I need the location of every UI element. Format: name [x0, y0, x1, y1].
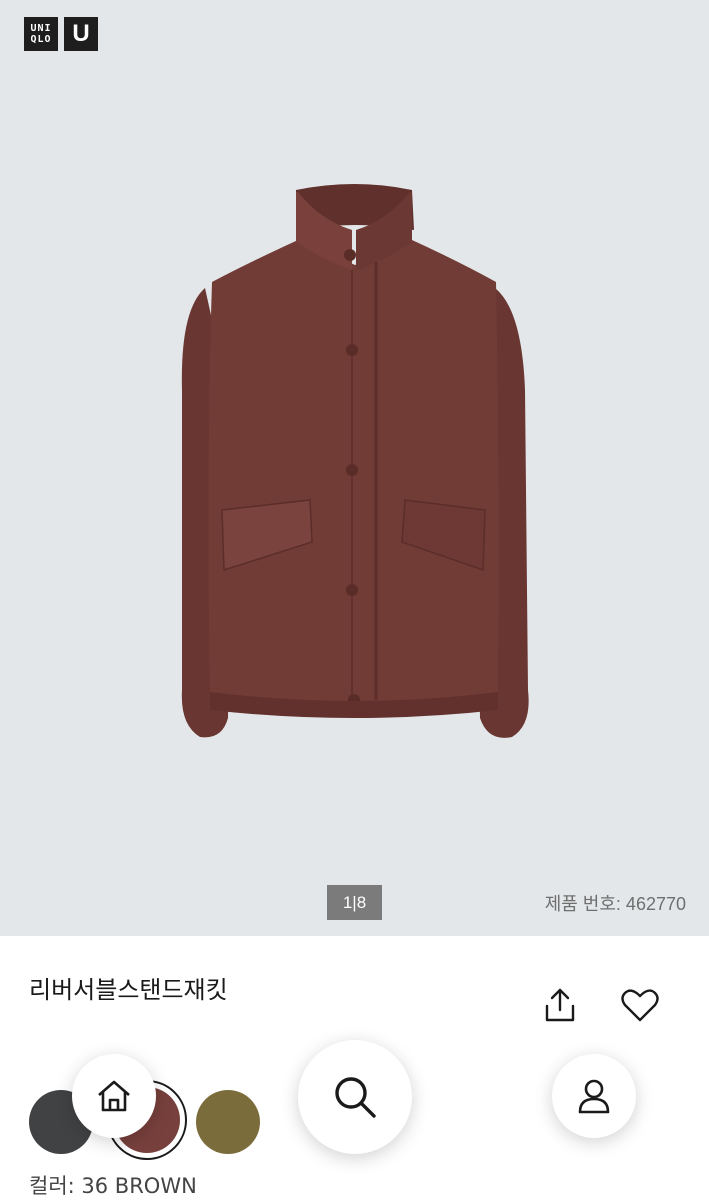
product-number: 제품 번호: 462770 [544, 894, 686, 914]
share-button[interactable] [542, 986, 578, 1024]
color-swatch-olive[interactable] [196, 1090, 260, 1154]
home-button[interactable] [72, 1054, 156, 1138]
product-jacket-image [181, 184, 529, 738]
uniqlo-u-logo: U [64, 17, 98, 51]
uniqlo-logo: UNI QLO [24, 17, 58, 51]
product-image-gallery[interactable]: UNI QLO U 1|8 제품 번호: 462770 [0, 0, 709, 936]
user-icon [578, 1079, 610, 1114]
search-icon [335, 1077, 376, 1118]
image-counter: 1|8 [327, 885, 382, 920]
favorite-button[interactable] [620, 986, 660, 1024]
selected-color-label: 컬러: 36 BROWN [29, 1174, 197, 1198]
logo-text-qlo: QLO [30, 34, 52, 45]
share-icon [545, 988, 575, 1022]
home-icon [98, 1080, 130, 1112]
account-button[interactable] [552, 1054, 636, 1138]
brand-logo: UNI QLO U [24, 17, 98, 51]
logo-text-u: U [72, 20, 90, 47]
product-title: 리버서블스탠드재킷 [29, 976, 228, 1004]
heart-icon [621, 989, 659, 1022]
search-button[interactable] [298, 1040, 412, 1154]
logo-text-uni: UNI [30, 23, 52, 34]
